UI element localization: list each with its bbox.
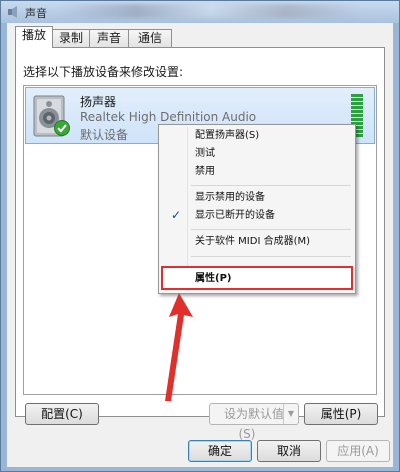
dialog-body: 播放 录制 声音 通信 选择以下播放设备来修改设置: 扬声器 Realtek H… bbox=[7, 23, 393, 467]
menu-item-midi-synth[interactable]: 关于软件 MIDI 合成器(M) bbox=[195, 233, 310, 251]
checkmark-icon: ✓ bbox=[171, 208, 182, 222]
window-title: 声音 bbox=[25, 7, 47, 20]
menu-item-properties[interactable]: 属性(P) bbox=[195, 270, 231, 288]
menu-separator bbox=[191, 185, 351, 186]
tab-communications[interactable]: 通信 bbox=[128, 29, 172, 47]
tab-label: 播放 bbox=[21, 28, 46, 42]
configure-button[interactable]: 配置(C) bbox=[25, 403, 99, 425]
device-description: Realtek High Definition Audio bbox=[80, 110, 257, 124]
instruction-text: 选择以下播放设备来修改设置: bbox=[23, 65, 184, 79]
highlighted-menu-item-box bbox=[161, 266, 353, 290]
menu-separator bbox=[191, 256, 351, 257]
menu-separator bbox=[191, 229, 351, 230]
device-status: 默认设备 bbox=[80, 128, 129, 142]
red-arrow-annotation bbox=[165, 293, 193, 401]
cancel-button[interactable]: 取消 bbox=[257, 440, 321, 462]
tab-sounds[interactable]: 声音 bbox=[89, 29, 129, 47]
properties-button[interactable]: 属性(P) bbox=[304, 403, 378, 425]
ok-button[interactable]: 确定 bbox=[188, 440, 252, 462]
chevron-down-icon[interactable]: ▼ bbox=[283, 404, 298, 424]
green-check-icon bbox=[54, 120, 70, 136]
blurred-background-text bbox=[61, 4, 361, 18]
tab-label: 声音 bbox=[96, 31, 121, 45]
apply-button[interactable]: 应用(A) bbox=[326, 440, 390, 462]
tab-label: 录制 bbox=[58, 31, 83, 45]
tab-label: 通信 bbox=[137, 31, 162, 45]
menu-item-configure-speakers[interactable]: 配置扬声器(S) bbox=[195, 127, 259, 145]
menu-item-disable[interactable]: 禁用 bbox=[195, 163, 215, 181]
sound-dialog-window: 声音 播放 录制 声音 通信 选择以下播放设备来修改设置: 扬声器 Realte… bbox=[0, 0, 400, 472]
set-default-label: 设为默认值(S) bbox=[223, 407, 284, 441]
title-bar[interactable]: 声音 bbox=[1, 1, 399, 23]
menu-item-show-disconnected[interactable]: 显示已断开的设备 bbox=[195, 207, 275, 225]
speaker-icon bbox=[8, 6, 17, 18]
set-default-button[interactable]: 设为默认值(S) ▼ bbox=[209, 403, 299, 441]
context-menu: 配置扬声器(S) 测试 禁用 显示禁用的设备 ✓ 显示已断开的设备 关于软件 M… bbox=[158, 124, 356, 294]
menu-item-show-disabled[interactable]: 显示禁用的设备 bbox=[195, 189, 265, 207]
tab-recording[interactable]: 录制 bbox=[52, 29, 90, 47]
menu-item-test[interactable]: 测试 bbox=[195, 145, 215, 163]
device-name: 扬声器 bbox=[80, 95, 117, 109]
tab-playback[interactable]: 播放 bbox=[15, 26, 53, 48]
